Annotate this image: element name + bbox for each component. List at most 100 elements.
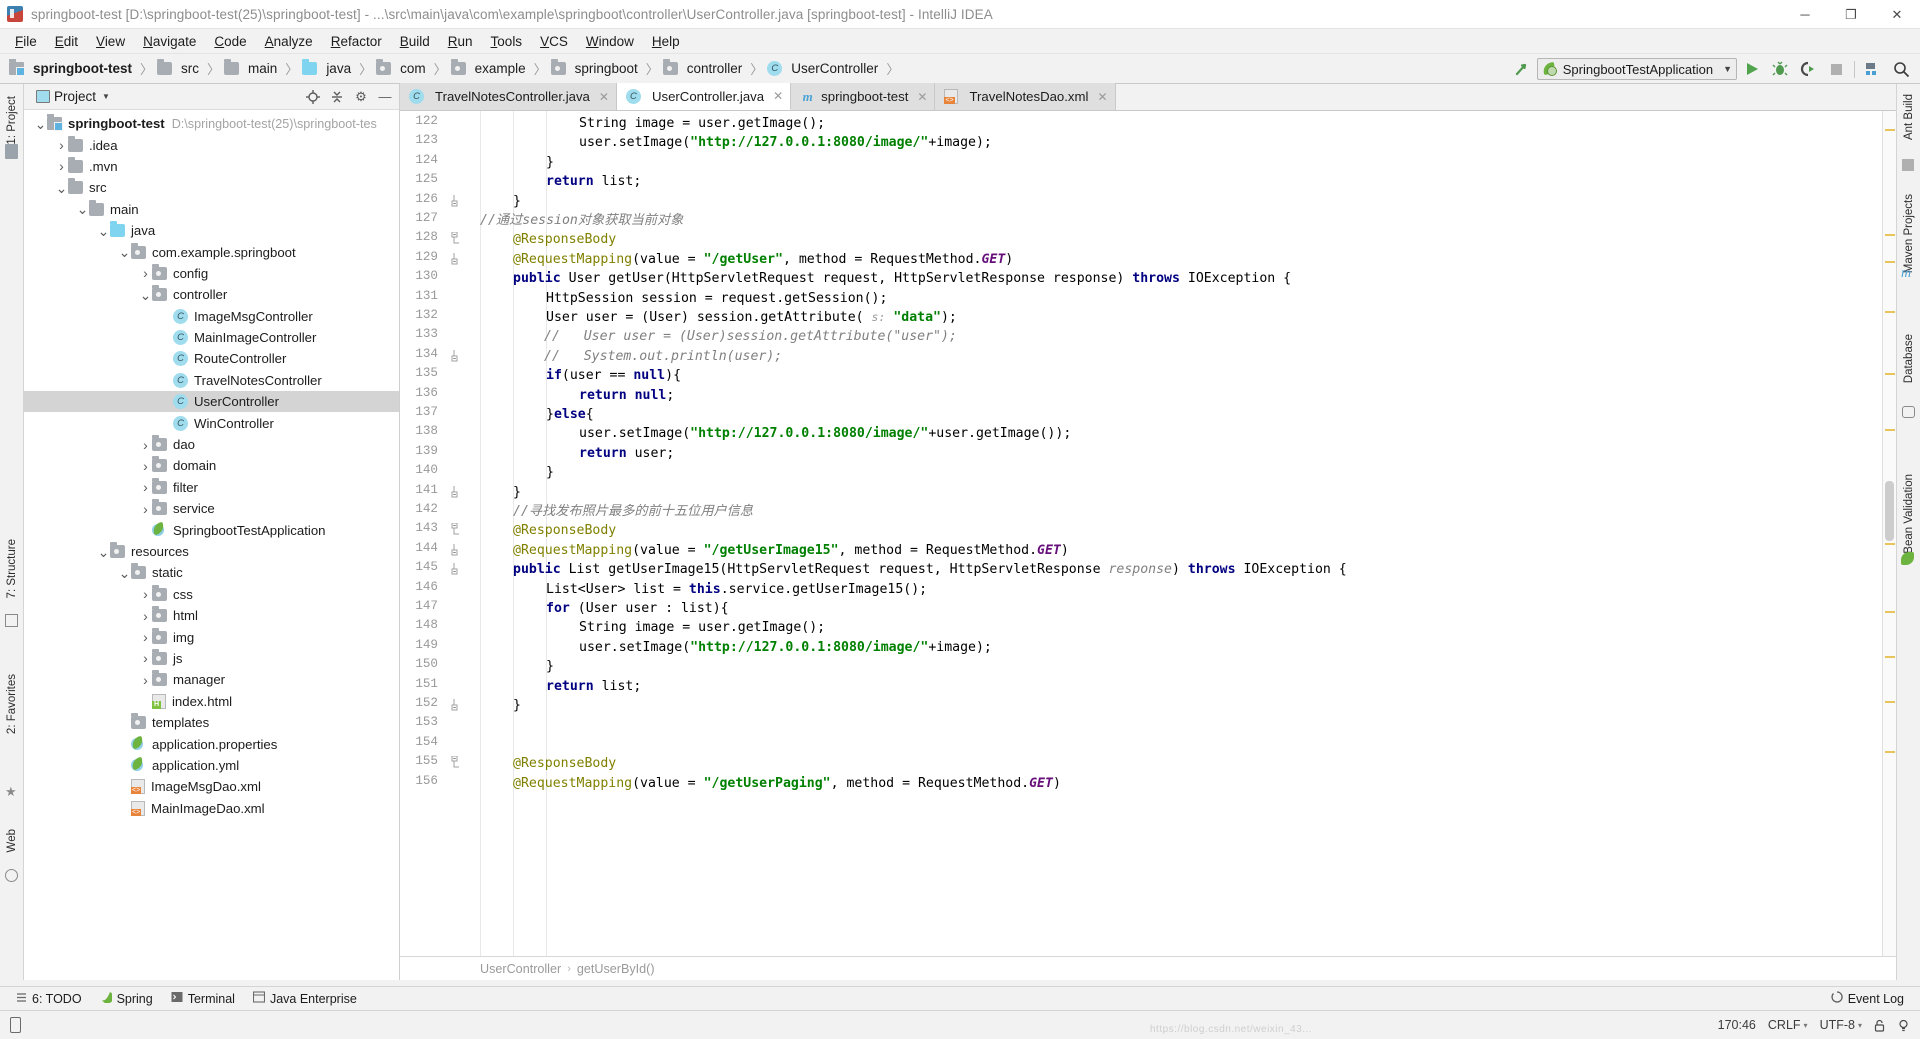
code-line[interactable]: } xyxy=(546,153,554,172)
chevron-right-icon[interactable]: › xyxy=(139,586,152,602)
tree-node-imagemsgdao-xml[interactable]: ImageMsgDao.xml xyxy=(24,776,399,797)
code-line[interactable]: }else{ xyxy=(546,405,594,424)
marker-tick[interactable] xyxy=(1885,234,1895,236)
code-line[interactable]: return list; xyxy=(546,677,641,696)
code-line[interactable]: HttpSession session = request.getSession… xyxy=(546,289,887,308)
chevron-right-icon[interactable]: › xyxy=(139,650,152,666)
code-line[interactable]: user.setImage("http://127.0.0.1:8080/ima… xyxy=(579,424,1071,443)
tree-node-application-yml[interactable]: application.yml xyxy=(24,755,399,776)
code-line[interactable]: return user; xyxy=(579,444,674,463)
tree-node-img[interactable]: › img xyxy=(24,626,399,647)
tree-node--idea[interactable]: › .idea xyxy=(24,134,399,155)
sidebar-item-bean-validation[interactable]: Bean Validation xyxy=(1903,474,1915,554)
minimize-button[interactable]: ─ xyxy=(1782,0,1828,29)
sidebar-item-maven-projects[interactable]: Maven Projects xyxy=(1903,194,1915,273)
marker-tick[interactable] xyxy=(1885,373,1895,375)
menu-item-analyze[interactable]: Analyze xyxy=(256,31,322,52)
chevron-down-icon[interactable]: ⌄ xyxy=(97,545,110,559)
inspection-icon[interactable] xyxy=(1897,1019,1910,1032)
close-icon[interactable]: ✕ xyxy=(773,89,783,103)
gear-icon[interactable]: ⚙ xyxy=(351,87,371,107)
chevron-right-icon[interactable]: › xyxy=(55,137,68,153)
run-icon[interactable] xyxy=(1739,57,1765,81)
code-line[interactable]: @RequestMapping(value = "/getUser", meth… xyxy=(513,250,1013,269)
file-encoding[interactable]: UTF-8 ▾ xyxy=(1820,1018,1862,1032)
caret-position[interactable]: 170:46 xyxy=(1718,1018,1756,1032)
tree-node--mvn[interactable]: › .mvn xyxy=(24,156,399,177)
tree-node-imagemsgcontroller[interactable]: C ImageMsgController xyxy=(24,306,399,327)
tree-node-static[interactable]: ⌄ static xyxy=(24,562,399,583)
marker-tick[interactable] xyxy=(1885,311,1895,313)
tree-node-templates[interactable]: templates xyxy=(24,712,399,733)
tool-window-java-enterprise[interactable]: Java Enterprise xyxy=(245,989,365,1008)
code-line[interactable]: for (User user : list){ xyxy=(546,599,729,618)
maximize-button[interactable]: ❐ xyxy=(1828,0,1874,29)
code-line[interactable]: @ResponseBody xyxy=(513,230,616,249)
tree-node-index-html[interactable]: index.html xyxy=(24,691,399,712)
code-line[interactable]: //通过session对象获取当前对象 xyxy=(480,211,683,230)
marker-tick[interactable] xyxy=(1885,261,1895,263)
sidebar-item-ant-build[interactable]: Ant Build xyxy=(1903,94,1915,140)
chevron-right-icon[interactable]: › xyxy=(139,672,152,688)
menu-item-window[interactable]: Window xyxy=(577,31,643,52)
editor-tab-travelnotesdao-xml[interactable]: TravelNotesDao.xml ✕ xyxy=(935,83,1116,110)
code-line[interactable]: // User user = (User)session.getAttribut… xyxy=(544,327,957,346)
chevron-down-icon[interactable]: ⌄ xyxy=(118,566,131,580)
chevron-right-icon[interactable]: › xyxy=(139,479,152,495)
menu-item-view[interactable]: View xyxy=(87,31,134,52)
sidebar-item-project[interactable]: 1: Project xyxy=(6,96,18,145)
sidebar-item-database[interactable]: Database xyxy=(1903,334,1915,383)
code-content[interactable]: String image = user.getImage(); user.setI… xyxy=(472,111,1882,956)
tree-node-service[interactable]: › service xyxy=(24,498,399,519)
code-line[interactable] xyxy=(480,715,488,734)
menu-item-help[interactable]: Help xyxy=(643,31,689,52)
lock-icon[interactable] xyxy=(1874,1019,1885,1032)
chevron-right-icon[interactable]: › xyxy=(139,608,152,624)
code-line[interactable]: } xyxy=(546,657,554,676)
code-line[interactable]: //寻找发布照片最多的前十五位用户信息 xyxy=(513,502,753,521)
tree-node-travelnotescontroller[interactable]: C TravelNotesController xyxy=(24,370,399,391)
marker-tick[interactable] xyxy=(1885,543,1895,545)
run-configuration-selector[interactable]: SpringbootTestApplication ▼ xyxy=(1536,58,1737,80)
build-icon[interactable] xyxy=(1509,57,1535,81)
code-line[interactable]: public User getUser(HttpServletRequest r… xyxy=(513,269,1291,288)
code-line[interactable]: } xyxy=(513,696,521,715)
code-line[interactable]: public List getUserImage15(HttpServletRe… xyxy=(513,560,1347,579)
code-line[interactable] xyxy=(480,735,488,754)
editor-gutter[interactable]: 122 123 124 125 126 127 128 129 130 131 132 133 134 1… xyxy=(400,111,472,956)
search-everywhere-icon[interactable] xyxy=(1888,57,1914,81)
chevron-down-icon[interactable]: ⌄ xyxy=(118,245,131,259)
marker-tick[interactable] xyxy=(1885,656,1895,658)
tree-node-controller[interactable]: ⌄ controller xyxy=(24,284,399,305)
marker-tick[interactable] xyxy=(1885,751,1895,753)
tree-node-springboottestapplication[interactable]: SpringbootTestApplication xyxy=(24,519,399,540)
code-line[interactable]: return list; xyxy=(546,172,641,191)
editor-tab-springboot-test[interactable]: m springboot-test ✕ xyxy=(791,83,936,110)
tree-node-mainimagedao-xml[interactable]: MainImageDao.xml xyxy=(24,798,399,819)
sidebar-item-web[interactable]: Web xyxy=(6,829,18,852)
code-line[interactable]: @RequestMapping(value = "/getUserImage15… xyxy=(513,541,1069,560)
project-structure-icon[interactable] xyxy=(1860,57,1886,81)
chevron-down-icon[interactable]: ▼ xyxy=(102,92,110,101)
tree-node-resources[interactable]: ⌄ resources xyxy=(24,541,399,562)
tree-node-java[interactable]: ⌄ java xyxy=(24,220,399,241)
breadcrumb-item-controller[interactable]: controller xyxy=(662,59,748,77)
code-line[interactable]: if(user == null){ xyxy=(546,366,681,385)
chevron-right-icon[interactable]: › xyxy=(55,158,68,174)
editor-tab-travelnotescontroller-java[interactable]: C TravelNotesController.java ✕ xyxy=(400,83,617,110)
tree-node-filter[interactable]: › filter xyxy=(24,477,399,498)
locate-file-icon[interactable] xyxy=(303,87,323,107)
menu-item-refactor[interactable]: Refactor xyxy=(322,31,391,52)
tree-node-html[interactable]: › html xyxy=(24,605,399,626)
chevron-right-icon[interactable]: › xyxy=(139,458,152,474)
tree-node-mainimagecontroller[interactable]: C MainImageController xyxy=(24,327,399,348)
menu-item-tools[interactable]: Tools xyxy=(482,31,532,52)
code-line[interactable]: List<User> list = this.service.getUserIm… xyxy=(546,580,927,599)
marker-scrollbar[interactable] xyxy=(1882,111,1896,956)
marker-tick[interactable] xyxy=(1885,701,1895,703)
marker-tick[interactable] xyxy=(1885,129,1895,131)
chevron-down-icon[interactable]: ⌄ xyxy=(97,224,110,238)
tree-node-domain[interactable]: › domain xyxy=(24,455,399,476)
code-line[interactable]: return null; xyxy=(579,386,674,405)
breadcrumb-item-java[interactable]: java xyxy=(301,59,356,77)
